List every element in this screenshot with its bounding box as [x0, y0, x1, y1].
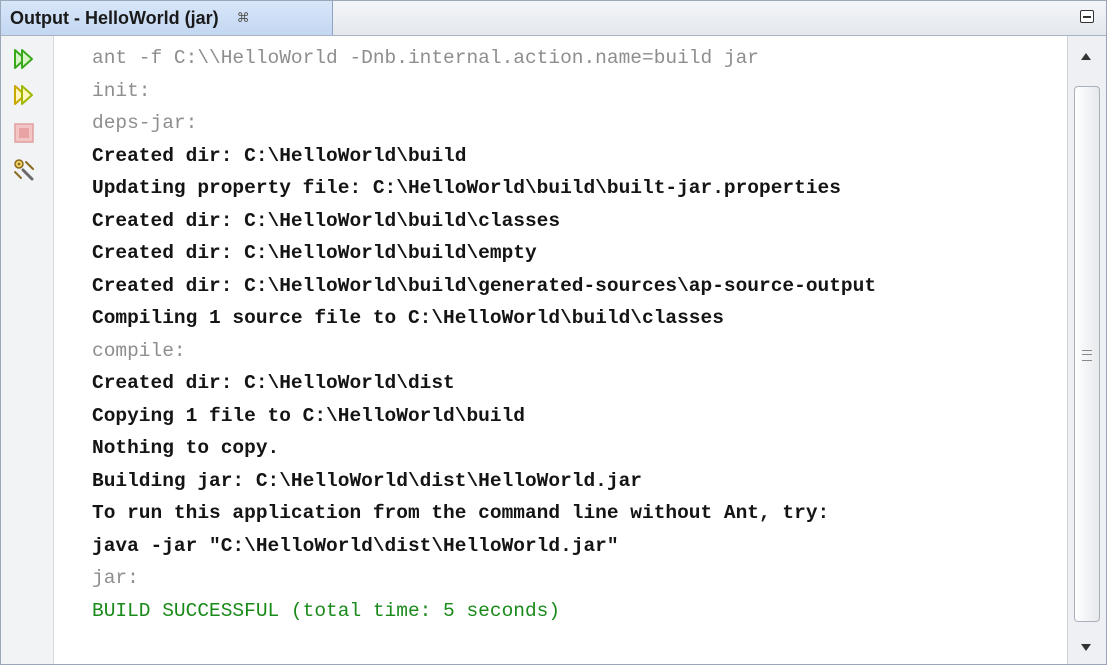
output-settings-button[interactable] [11, 156, 37, 182]
output-line: java -jar "C:\HelloWorld\dist\HelloWorld… [92, 534, 619, 557]
output-line: Created dir: C:\HelloWorld\build [92, 144, 467, 167]
scroll-down-arrow-icon[interactable] [1081, 644, 1091, 651]
output-line: Compiling 1 source file to C:\HelloWorld… [92, 307, 724, 329]
output-toolbar [1, 36, 54, 664]
output-line: jar: [92, 567, 139, 589]
output-text-area[interactable]: ant -f C:\\HelloWorld -Dnb.internal.acti… [54, 36, 1068, 664]
tab-output-helloworld[interactable]: Output - HelloWorld (jar) ⌘ [1, 1, 333, 35]
tab-title: Output - HelloWorld (jar) [10, 7, 219, 28]
output-window: Output - HelloWorld (jar) ⌘ ant -f C:\\H… [0, 0, 1107, 665]
tab-bar: Output - HelloWorld (jar) ⌘ [1, 1, 1106, 36]
output-line: Created dir: C:\HelloWorld\build\empty [92, 242, 537, 264]
output-line: To run this application from the command… [92, 502, 830, 524]
output-line: ant -f C:\\HelloWorld -Dnb.internal.acti… [92, 47, 760, 69]
output-line: Created dir: C:\HelloWorld\build\generat… [92, 274, 877, 297]
rerun-with-parameters-button[interactable] [11, 82, 37, 108]
scroll-up-arrow-icon[interactable] [1081, 53, 1091, 60]
vertical-scrollbar[interactable] [1067, 36, 1106, 664]
output-line: init: [92, 79, 151, 102]
output-line: Building jar: C:\HelloWorld\dist\HelloWo… [92, 469, 642, 492]
wrench-gear-icon [14, 159, 34, 181]
rerun-button[interactable] [11, 46, 37, 72]
output-line: Created dir: C:\HelloWorld\dist [92, 372, 455, 394]
output-line: deps-jar: [92, 112, 198, 134]
double-play-icon [14, 85, 33, 105]
build-status-line: BUILD SUCCESSFUL (total time: 5 seconds) [92, 599, 561, 622]
output-line: Nothing to copy. [92, 437, 280, 459]
double-play-icon [14, 49, 33, 69]
stop-button[interactable] [11, 120, 37, 146]
output-line: compile: [92, 339, 186, 362]
minimize-window-button[interactable] [1080, 10, 1094, 23]
scroll-grip-icon [1082, 350, 1092, 361]
output-line: Updating property file: C:\HelloWorld\bu… [92, 177, 841, 199]
stop-icon [14, 123, 34, 143]
output-line: Created dir: C:\HelloWorld\build\classes [92, 209, 561, 232]
output-line: Copying 1 file to C:\HelloWorld\build [92, 404, 525, 427]
tab-close-icon[interactable]: ⌘ [237, 11, 250, 26]
scrollbar-thumb[interactable] [1074, 86, 1100, 622]
